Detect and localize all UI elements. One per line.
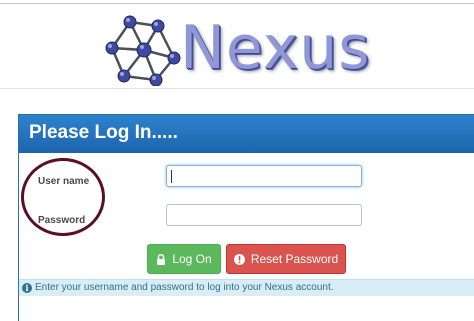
username-input[interactable] xyxy=(166,165,362,187)
info-icon: i xyxy=(22,283,32,293)
info-message: i Enter your username and password to lo… xyxy=(19,279,474,296)
annotation-circle xyxy=(21,158,105,236)
logon-button[interactable]: Log On xyxy=(147,244,221,274)
header-divider xyxy=(0,88,474,89)
login-title: Please Log In..... xyxy=(29,122,178,143)
info-text: Enter your username and password to log … xyxy=(35,282,334,293)
site-header: Nexus xyxy=(0,4,474,88)
molecule-network-icon xyxy=(105,15,181,86)
text-caret xyxy=(171,170,172,183)
brand-logo-text: Nexus xyxy=(180,13,371,83)
reset-password-button[interactable]: Reset Password xyxy=(226,244,346,274)
logon-button-label: Log On xyxy=(172,252,212,266)
password-input[interactable] xyxy=(166,204,362,226)
login-panel-header: Please Log In..... xyxy=(19,115,474,153)
lock-icon xyxy=(157,253,166,265)
reset-password-label: Reset Password xyxy=(250,252,339,266)
exclamation-circle-icon xyxy=(233,253,245,265)
